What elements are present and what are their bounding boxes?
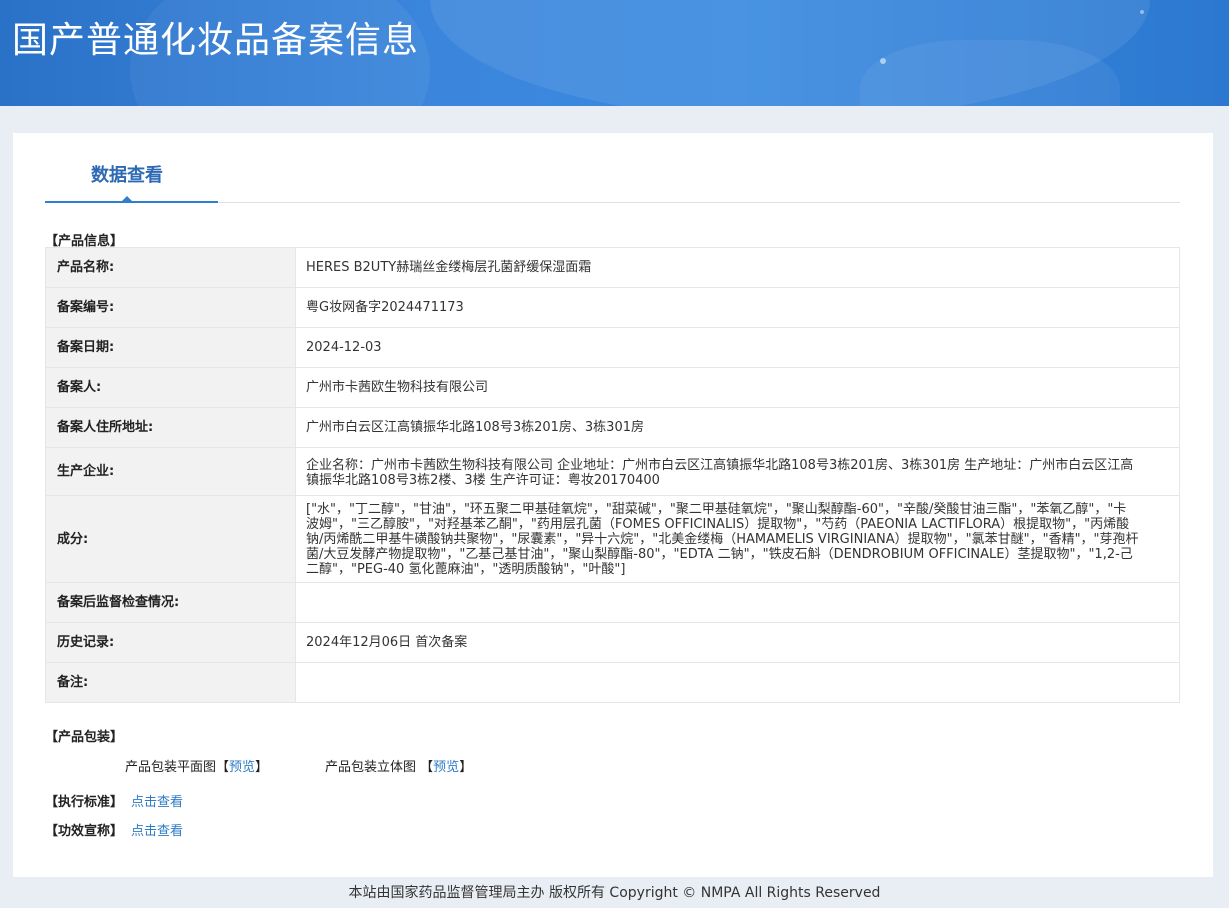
packaging-section-title: 【产品包装】 <box>45 730 124 745</box>
packaging-flat-view: 产品包装平面图【预览】 <box>125 756 268 775</box>
efficacy-label: 【功效宣称】 <box>45 824 124 839</box>
footer-copyright: 本站由国家药品监督管理局主办 版权所有 Copyright © NMPA All… <box>348 885 881 901</box>
table-row: 备注: <box>45 662 1180 703</box>
table-row: 生产企业: 企业名称：广州市卡茜欧生物科技有限公司 企业地址：广州市白云区江高镇… <box>45 447 1180 496</box>
packaging-3d-view: 产品包装立体图 【预览】 <box>325 756 472 775</box>
row-value-post-filing-inspection <box>295 582 1180 623</box>
row-value-filer: 广州市卡茜欧生物科技有限公司 <box>295 367 1180 408</box>
efficacy-view-link[interactable]: 点击查看 <box>131 824 183 839</box>
packaging-3d-label: 产品包装立体图 <box>325 760 417 775</box>
tab-bar: 数据查看 <box>45 133 1180 203</box>
row-value-filing-number: 粤G妆网备字2024471173 <box>295 287 1180 328</box>
row-value-history: 2024年12月06日 首次备案 <box>295 622 1180 663</box>
table-row: 备案编号: 粤G妆网备字2024471173 <box>45 287 1180 328</box>
table-row: 历史记录: 2024年12月06日 首次备案 <box>45 622 1180 663</box>
bracket-close: 】 <box>255 760 269 775</box>
row-value-filing-date: 2024-12-03 <box>295 327 1180 368</box>
row-value-ingredients: ["水"，"丁二醇"，"甘油"，"环五聚二甲基硅氧烷"，"甜菜碱"，"聚二甲基硅… <box>295 495 1180 583</box>
row-label-post-filing-inspection: 备案后监督检查情况: <box>45 582 296 623</box>
bracket-close: 】 <box>459 760 473 775</box>
table-row: 备案人住所地址: 广州市白云区江高镇振华北路108号3栋201房、3栋301房 <box>45 407 1180 448</box>
standard-row: 【执行标准】 点击查看 <box>45 791 183 810</box>
row-label-manufacturer: 生产企业: <box>45 447 296 496</box>
standard-label: 【执行标准】 <box>45 795 124 810</box>
page-title: 国产普通化妆品备案信息 <box>12 20 420 61</box>
row-label-filer: 备案人: <box>45 367 296 408</box>
product-info-table: 产品名称: HERES B2UTY赫瑞丝金缕梅层孔菌舒缓保湿面霜 备案编号: 粤… <box>45 247 1180 703</box>
table-row: 备案后监督检查情况: <box>45 582 1180 623</box>
row-value-remarks <box>295 662 1180 703</box>
row-value-manufacturer: 企业名称：广州市卡茜欧生物科技有限公司 企业地址：广州市白云区江高镇振华北路10… <box>295 447 1180 496</box>
banner-decoration <box>1140 10 1144 14</box>
row-value-product-name: HERES B2UTY赫瑞丝金缕梅层孔菌舒缓保湿面霜 <box>295 247 1180 288</box>
table-row: 产品名称: HERES B2UTY赫瑞丝金缕梅层孔菌舒缓保湿面霜 <box>45 247 1180 288</box>
row-label-ingredients: 成分: <box>45 495 296 583</box>
preview-flat-link[interactable]: 预览 <box>229 760 255 775</box>
table-row: 成分: ["水"，"丁二醇"，"甘油"，"环五聚二甲基硅氧烷"，"甜菜碱"，"聚… <box>45 495 1180 583</box>
preview-3d-link[interactable]: 预览 <box>433 760 459 775</box>
row-label-filing-number: 备案编号: <box>45 287 296 328</box>
row-label-history: 历史记录: <box>45 622 296 663</box>
packaging-flat-label: 产品包装平面图 <box>125 760 217 775</box>
tab-active-indicator-icon <box>121 196 133 202</box>
banner-decoration <box>860 40 1120 106</box>
standard-view-link[interactable]: 点击查看 <box>131 795 183 810</box>
bracket-open: 【 <box>216 760 230 775</box>
table-row: 备案人: 广州市卡茜欧生物科技有限公司 <box>45 367 1180 408</box>
row-label-filing-date: 备案日期: <box>45 327 296 368</box>
row-label-filer-address: 备案人住所地址: <box>45 407 296 448</box>
bracket-open: 【 <box>420 760 434 775</box>
row-label-product-name: 产品名称: <box>45 247 296 288</box>
row-label-remarks: 备注: <box>45 662 296 703</box>
banner-decoration <box>880 58 886 64</box>
tab-data-view[interactable]: 数据查看 <box>45 133 218 203</box>
content-card: 数据查看 【产品信息】 产品名称: HERES B2UTY赫瑞丝金缕梅层孔菌舒缓… <box>13 133 1213 877</box>
page-header-banner: 国产普通化妆品备案信息 <box>0 0 1229 106</box>
table-row: 备案日期: 2024-12-03 <box>45 327 1180 368</box>
row-value-filer-address: 广州市白云区江高镇振华北路108号3栋201房、3栋301房 <box>295 407 1180 448</box>
efficacy-row: 【功效宣称】 点击查看 <box>45 820 183 839</box>
tab-label: 数据查看 <box>91 165 163 186</box>
